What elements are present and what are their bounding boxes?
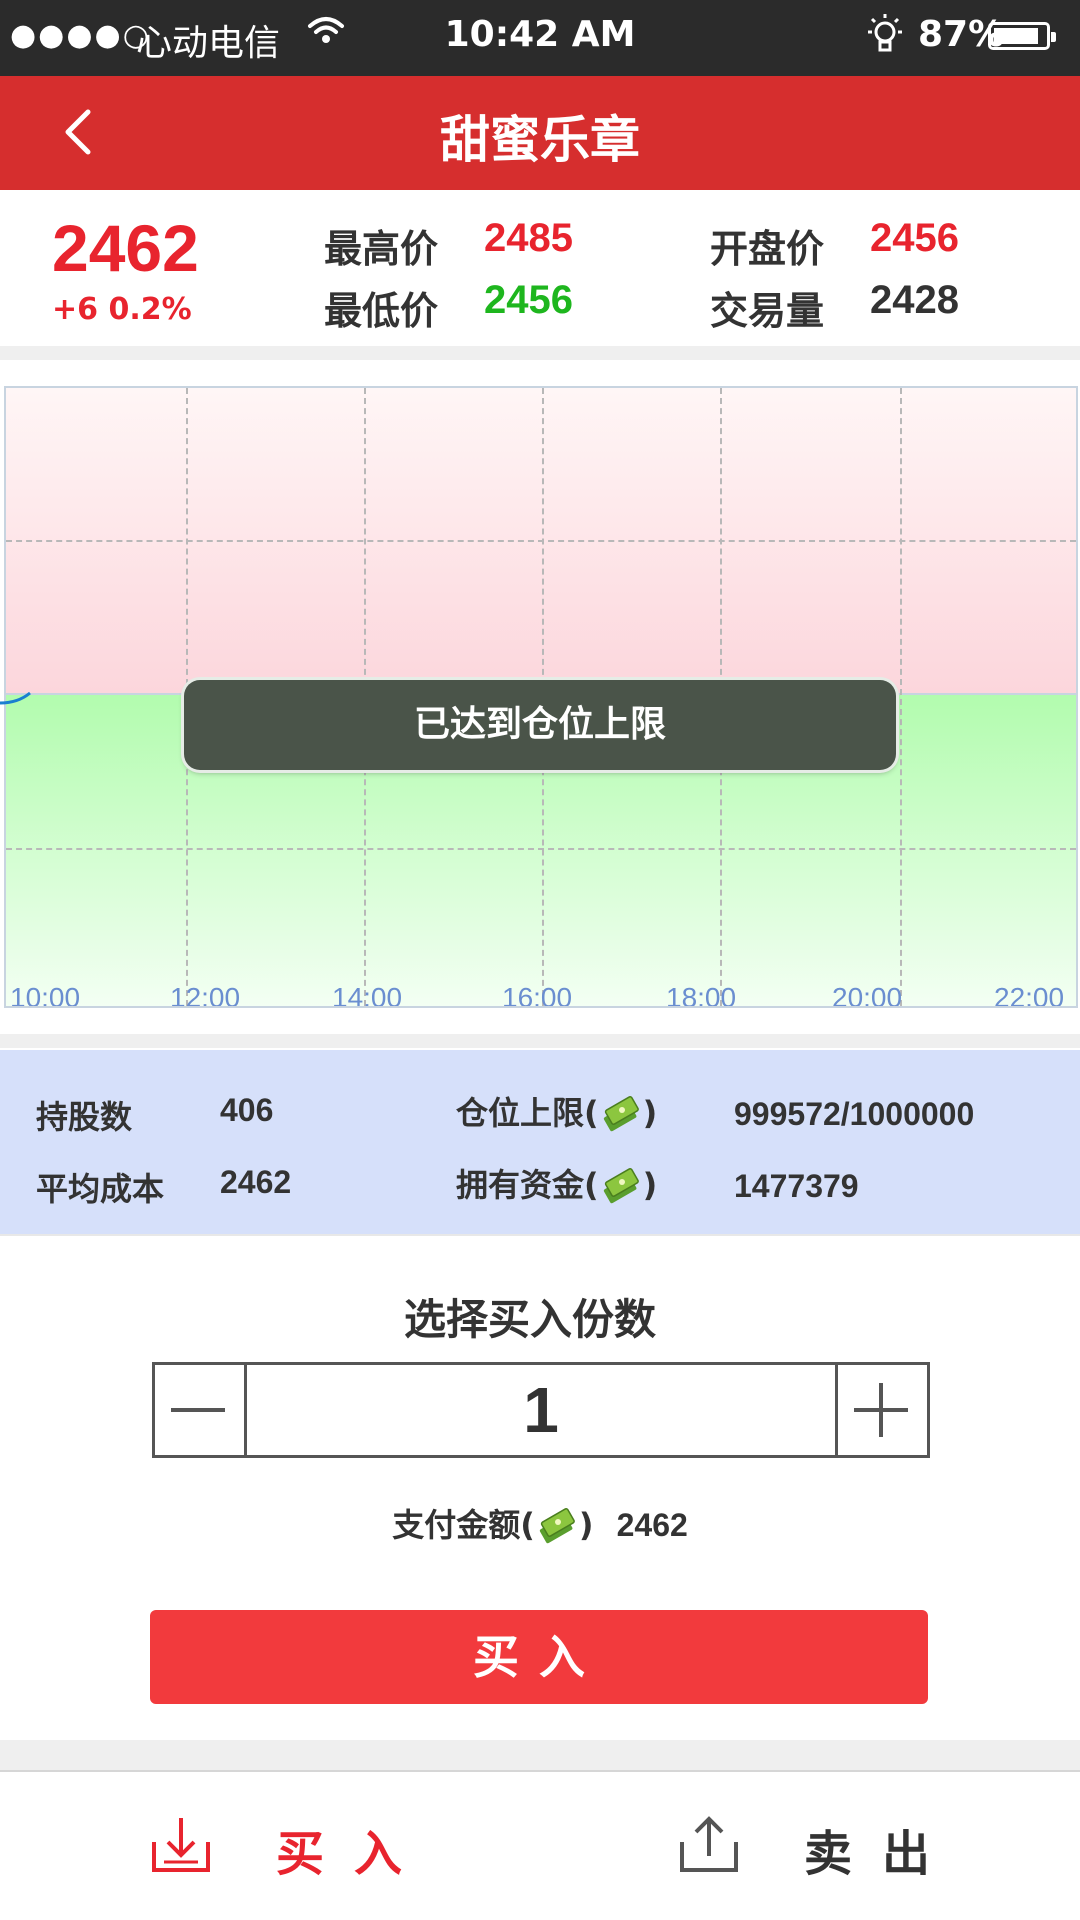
low-value: 2456: [484, 278, 573, 322]
lightbulb-icon: [860, 10, 910, 69]
open-value: 2456: [870, 216, 959, 260]
quantity-value[interactable]: 1: [247, 1365, 835, 1455]
payment-value: 2462: [616, 1507, 688, 1543]
position-limit-toast: 已达到仓位上限: [184, 680, 896, 770]
avg-cost-label: 平均成本: [36, 1170, 165, 1208]
position-limit-label-close: ): [642, 1094, 658, 1132]
x-tick-label: 18:00: [666, 982, 737, 1008]
upload-tray-icon: [674, 1812, 744, 1882]
high-label: 最高价: [324, 227, 439, 271]
page-title: 甜蜜乐章: [440, 111, 640, 169]
funds-label-text: 拥有资金(: [456, 1166, 599, 1204]
low-label: 最低价: [324, 289, 439, 333]
x-tick-label: 10:00: [10, 982, 81, 1008]
status-bar: ●●●●○ 心动电信 10:42 AM 87%: [0, 0, 1080, 76]
cash-stack-icon: [599, 1161, 643, 1213]
x-tick-label: 14:00: [332, 982, 403, 1008]
high-value: 2485: [484, 216, 573, 260]
download-tray-icon: [146, 1812, 216, 1882]
plus-icon: [854, 1383, 908, 1437]
tab-sell-label: 卖出: [804, 1826, 961, 1882]
quantity-title: 选择买入份数: [403, 1295, 656, 1344]
funds-label-close: ): [642, 1166, 658, 1204]
avg-cost-value: 2462: [220, 1164, 292, 1200]
volume-label: 交易量: [710, 289, 825, 333]
tab-sell[interactable]: 卖出: [674, 1806, 974, 1886]
divider: [0, 1740, 1080, 1772]
gridline: [6, 540, 1076, 542]
increment-button[interactable]: [835, 1365, 927, 1455]
cash-stack-icon: [599, 1089, 643, 1141]
divider: [0, 1034, 1080, 1048]
quantity-stepper: 1: [152, 1362, 930, 1458]
shares-label: 持股数: [36, 1098, 133, 1136]
payment-label-close: ): [578, 1506, 594, 1544]
decrement-button[interactable]: [155, 1365, 247, 1455]
price-line: [0, 690, 34, 709]
nav-header: 甜蜜乐章: [0, 76, 1080, 190]
tab-buy-label: 买入: [276, 1826, 433, 1882]
minus-icon: [171, 1408, 225, 1412]
payment-amount: 支付金额( ) 2462: [0, 1500, 1080, 1553]
bottom-tab-bar: 买入 卖出: [0, 1772, 1080, 1920]
open-label: 开盘价: [710, 227, 825, 271]
volume-value: 2428: [870, 278, 959, 322]
x-tick-label: 12:00: [170, 982, 241, 1008]
current-price: 2462: [52, 211, 199, 285]
position-limit-label: 仓位上限( ): [456, 1088, 657, 1141]
shares-value: 406: [220, 1092, 274, 1128]
position-limit-label-text: 仓位上限(: [456, 1094, 599, 1132]
x-tick-label: 20:00: [832, 982, 903, 1008]
funds-value: 1477379: [734, 1168, 859, 1204]
buy-submit-button[interactable]: 买入: [150, 1610, 928, 1704]
gridline: [6, 848, 1076, 850]
holdings-panel: 持股数 406 平均成本 2462 仓位上限( ) 999572/1000000…: [0, 1050, 1080, 1234]
gridline: [900, 388, 902, 1006]
price-change: +6 0.2%: [52, 292, 192, 327]
divider: [0, 346, 1080, 360]
divider: [0, 1234, 1080, 1236]
cash-stack-icon: [535, 1501, 579, 1553]
position-limit-value: 999572/1000000: [734, 1096, 975, 1132]
quote-panel: 2462 +6 0.2% 最高价 2485 最低价 2456 开盘价 2456 …: [0, 190, 1080, 346]
payment-label: 支付金额(: [392, 1506, 535, 1544]
x-tick-label: 22:00: [994, 982, 1065, 1008]
tab-buy[interactable]: 买入: [146, 1806, 446, 1886]
x-tick-label: 16:00: [502, 982, 573, 1008]
funds-label: 拥有资金( ): [456, 1160, 657, 1213]
battery-icon: [988, 22, 1056, 50]
